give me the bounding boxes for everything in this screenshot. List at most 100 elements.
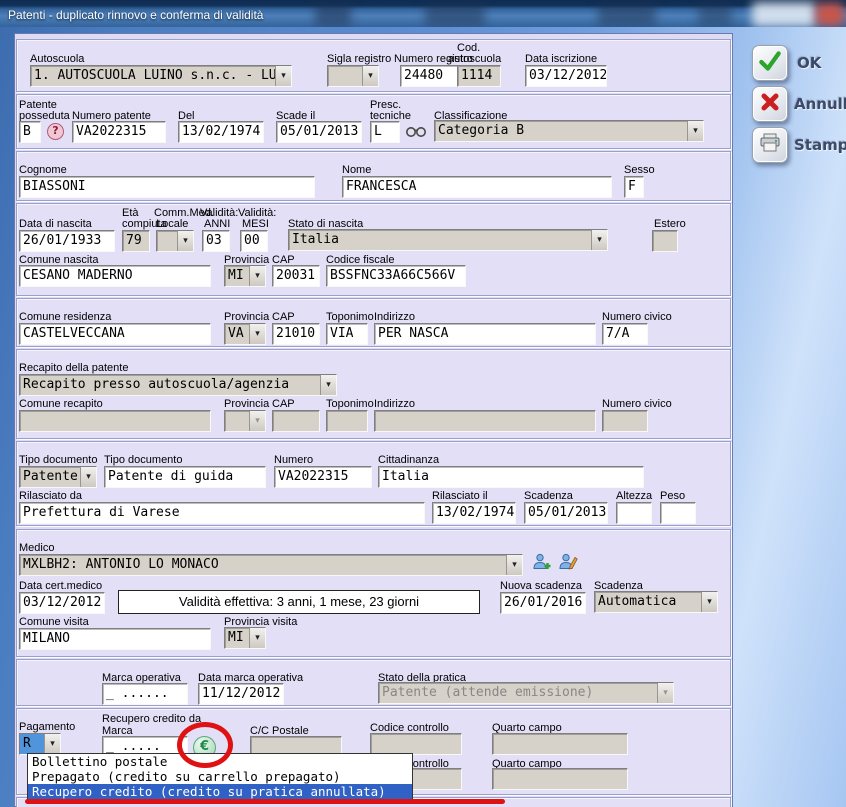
section-registro: Autoscuola 1. AUTOSCUOLA LUINO s.n.c. - … (16, 39, 731, 92)
stato-pratica-combo: Patente (attende emissione)▾ (378, 682, 674, 704)
add-person-icon[interactable] (532, 553, 552, 576)
toponimo-field[interactable]: VIA (326, 323, 368, 345)
autoscuola-combo[interactable]: 1. AUTOSCUOLA LUINO s.n.c. - LUIN▾ (30, 65, 292, 87)
numero-civico-field[interactable]: 7/A (602, 323, 648, 345)
pagamento-dropdown-list: Bollettino postale Prepagato (credito su… (27, 753, 413, 800)
chevron-down-icon: ▾ (249, 324, 265, 344)
civico-recapito-label: Numero civico (602, 398, 672, 410)
marca-operativa-field[interactable]: _ ...... (102, 683, 188, 705)
title-bar: Patenti - duplicato rinnovo e conferma d… (0, 0, 846, 27)
x-icon (758, 90, 782, 119)
codice-controllo-field (370, 733, 462, 755)
comune-visita-field[interactable]: MILANO (19, 628, 211, 650)
annulla-button[interactable] (752, 86, 788, 122)
chevron-down-icon: ▾ (687, 121, 703, 141)
dropdown-item[interactable]: Bollettino postale (28, 754, 412, 769)
codice-fiscale-field[interactable]: BSSFNC33A66C566V (326, 265, 466, 287)
rilasciato-da-field[interactable]: Prefettura di Varese (19, 502, 425, 524)
classificazione-combo[interactable]: Categoria B▾ (434, 120, 704, 142)
cod-autoscuola-label: autoscuola (448, 53, 501, 65)
numero-documento-field[interactable]: VA2022315 (274, 466, 372, 488)
validita-anni-field[interactable]: 03 (202, 230, 230, 252)
eta-compiuta-field: 79 (122, 230, 150, 252)
quarto-campo-2-field (492, 768, 628, 790)
data-nascita-label: Data di nascita (19, 218, 92, 230)
comune-visita-label: Comune visita (19, 616, 89, 628)
chevron-down-icon: ▾ (362, 66, 378, 86)
indirizzo-label: Indirizzo (374, 311, 415, 323)
nome-field[interactable]: FRANCESCA (342, 176, 612, 198)
del-field[interactable]: 13/02/1974 (178, 121, 264, 143)
application-window: Patenti - duplicato rinnovo e conferma d… (0, 0, 846, 807)
check-icon (756, 47, 784, 80)
numero-patente-field[interactable]: VA2022315 (72, 121, 166, 143)
edit-person-icon[interactable] (558, 553, 578, 576)
data-iscrizione-field[interactable]: 03/12/2012 (525, 65, 607, 87)
ok-button[interactable] (752, 45, 788, 81)
help-icon[interactable]: ? (47, 123, 64, 140)
stampa-button[interactable] (752, 127, 788, 163)
validita-mesi-field[interactable]: 00 (240, 230, 268, 252)
nuova-scadenza-field[interactable]: 26/01/2016 (500, 592, 586, 614)
altezza-field[interactable] (616, 502, 652, 524)
provincia-visita-combo[interactable]: MI▾ (224, 627, 266, 649)
scade-il-field[interactable]: 05/01/2013 (276, 121, 362, 143)
medico-combo[interactable]: MXLBH2: ANTONIO LO MONACO▾ (19, 554, 523, 576)
blurred-background-shape (425, 2, 485, 26)
tipo-documento-field[interactable]: Patente di guida (104, 466, 266, 488)
cap-residenza-label: CAP (272, 311, 295, 323)
scadenza-documento-field[interactable]: 05/01/2013 (524, 502, 608, 524)
tipo-documento-label: Tipo documento (104, 454, 182, 466)
numero-civico-label: Numero civico (602, 311, 672, 323)
section-recapito: Recapito della patente Recapito presso a… (16, 349, 731, 439)
peso-label: Peso (660, 490, 685, 502)
validita-effettiva-box: Validità effettiva: 3 anni, 1 mese, 23 g… (118, 590, 480, 614)
cap-residenza-field[interactable]: 21010 (272, 323, 320, 345)
presc-tecniche-field[interactable]: L (370, 121, 400, 143)
data-marca-operativa-field[interactable]: 11/12/2012 (198, 683, 284, 705)
blurred-background-shape (698, 2, 732, 26)
autoscuola-label: Autoscuola (30, 53, 84, 65)
comune-nascita-field[interactable]: CESANO MADERNO (19, 265, 211, 287)
scadenza-documento-label: Scadenza (524, 490, 573, 502)
sesso-field[interactable]: F (624, 176, 644, 198)
tipo-documento-combo[interactable]: Patente▾ (19, 466, 97, 488)
close-icon[interactable] (816, 3, 844, 26)
cittadinanza-field[interactable]: Italia (378, 466, 644, 488)
pagamento-combo[interactable]: R▾ (19, 733, 61, 755)
numero-registro-field[interactable]: 24480 (400, 65, 458, 87)
chevron-down-icon: ▾ (177, 231, 193, 251)
peso-field[interactable] (660, 502, 696, 524)
section-documento: Tipo documento Patente▾ Tipo documento P… (16, 441, 731, 526)
recapito-patente-combo[interactable]: Recapito presso autoscuola/agenzia▾ (19, 374, 337, 396)
provincia-nascita-combo[interactable]: MI▾ (224, 265, 266, 287)
glasses-icon[interactable] (405, 125, 427, 143)
section-residenza: Comune residenza CASTELVECCANA Provincia… (16, 298, 731, 347)
blurred-background-shape (752, 2, 816, 27)
sigla-registro-combo[interactable]: ▾ (327, 65, 379, 87)
data-iscrizione-label: Data iscrizione (525, 53, 597, 65)
scadenza-tipo-combo[interactable]: Automatica▾ (594, 591, 718, 613)
cognome-field[interactable]: BIASSONI (19, 176, 315, 198)
chevron-down-icon: ▾ (320, 375, 336, 395)
chevron-down-icon: ▾ (591, 230, 607, 250)
rilasciato-da-label: Rilasciato da (19, 490, 82, 502)
patente-posseduta-field[interactable]: B (19, 121, 41, 143)
rilasciato-il-label: Rilasciato il (432, 490, 488, 502)
indirizzo-recapito-label: Indirizzo (374, 398, 415, 410)
data-cert-medico-label: Data cert.medico (19, 580, 102, 592)
toponimo-label: Toponimo (326, 311, 374, 323)
comune-residenza-field[interactable]: CASTELVECCANA (19, 323, 211, 345)
chevron-down-icon: ▾ (249, 266, 265, 286)
indirizzo-field[interactable]: PER NASCA (374, 323, 596, 345)
data-cert-medico-field[interactable]: 03/12/2012 (19, 592, 105, 614)
dropdown-item[interactable]: Prepagato (credito su carrello prepagato… (28, 769, 412, 784)
stato-nascita-combo[interactable]: Italia▾ (288, 229, 608, 251)
data-nascita-field[interactable]: 26/01/1933 (19, 230, 115, 252)
dropdown-item-selected[interactable]: Recupero credito (credito su pratica ann… (28, 784, 412, 799)
cap-nascita-field[interactable]: 20031 (272, 265, 320, 287)
comm-med-locale-combo[interactable]: ▾ (156, 230, 194, 252)
provincia-residenza-combo[interactable]: VA▾ (224, 323, 266, 345)
cap-recapito-field (272, 410, 320, 432)
rilasciato-il-field[interactable]: 13/02/1974 (432, 502, 516, 524)
